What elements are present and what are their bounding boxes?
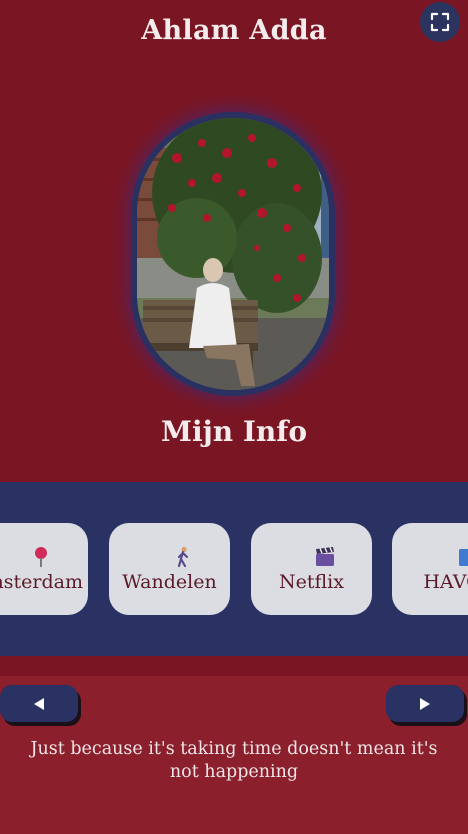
section-title: Mijn Info xyxy=(160,415,308,448)
book-icon xyxy=(458,549,468,566)
info-card-education[interactable]: HAVO xyxy=(392,523,468,615)
fullscreen-button[interactable] xyxy=(420,2,460,42)
card-label: Amsterdam xyxy=(0,571,83,593)
quote-text: Just because it's taking time doesn't me… xyxy=(30,739,438,782)
page-title: Ahlam Adda xyxy=(141,15,327,46)
card-label: Netflix xyxy=(279,571,344,593)
clapper-icon xyxy=(315,547,334,566)
next-button[interactable] xyxy=(386,685,464,722)
info-carousel[interactable]: Amsterdam Wandelen Netflix HAVO xyxy=(0,482,468,656)
triangle-right-icon xyxy=(420,697,430,710)
triangle-left-icon xyxy=(34,697,44,710)
previous-button[interactable] xyxy=(0,685,78,722)
walking-icon xyxy=(177,546,188,568)
card-label: HAVO xyxy=(423,571,468,593)
profile-photo xyxy=(137,118,329,390)
pin-icon xyxy=(34,547,47,567)
info-card-hobby[interactable]: Wandelen xyxy=(109,523,230,615)
bottom-panel: Just because it's taking time doesn't me… xyxy=(0,676,468,834)
profile-photo-frame xyxy=(131,112,335,396)
info-card-city[interactable]: Amsterdam xyxy=(0,523,88,615)
card-label: Wandelen xyxy=(122,571,217,593)
info-card-series[interactable]: Netflix xyxy=(251,523,372,615)
fullscreen-icon xyxy=(430,12,450,32)
